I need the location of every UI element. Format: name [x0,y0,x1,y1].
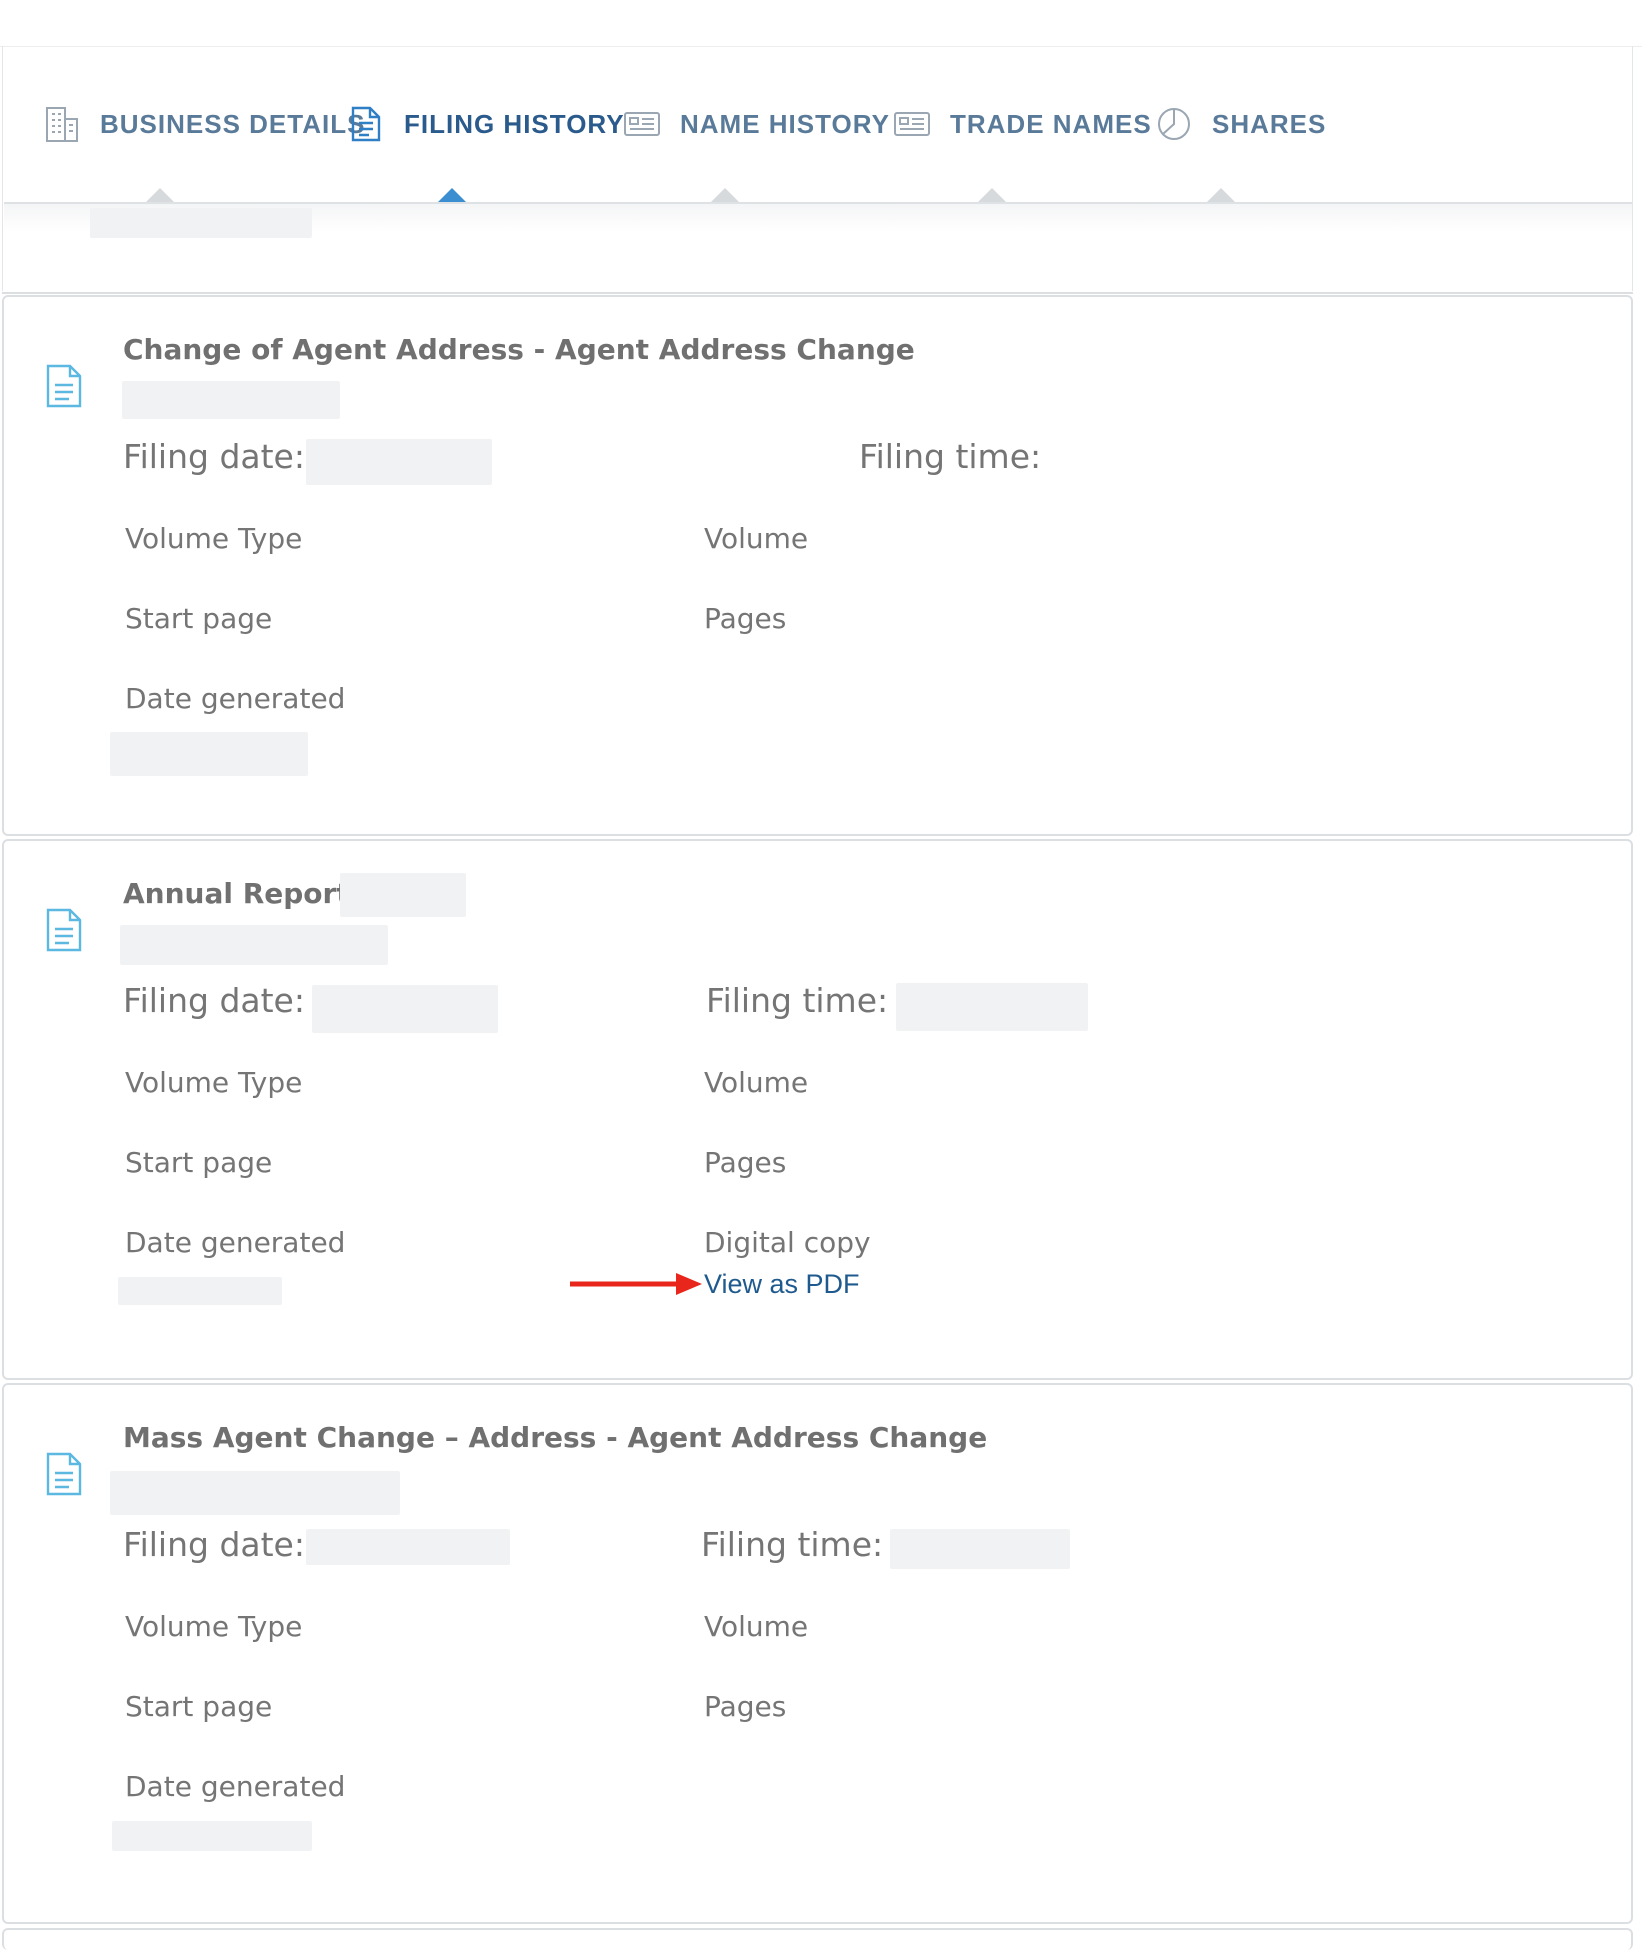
document-icon [46,364,82,408]
annotation-arrow-icon [570,1273,702,1295]
building-icon [42,104,82,144]
tab-filing-history[interactable]: FILING HISTORY [346,104,625,144]
tab-caret [1206,188,1236,203]
right-border [1632,46,1633,291]
start-page-label: Start page [125,1690,273,1723]
filing-card: Annual Report Filing date: Filing time: … [2,839,1633,1380]
redacted-block [120,925,388,965]
tab-bar: BUSINESS DETAILS FILING HISTORY NAME HIS… [4,46,1632,204]
filing-card: Mass Agent Change – Address - Agent Addr… [2,1383,1633,1924]
tab-caret [977,188,1007,203]
volume-label: Volume [704,1610,809,1643]
volume-type-label: Volume Type [125,522,303,555]
start-page-label: Start page [125,602,273,635]
volume-label: Volume [704,522,809,555]
redacted-block [890,1529,1070,1569]
document-icon [46,1452,82,1496]
left-border [2,46,3,291]
tab-label: SHARES [1212,108,1327,139]
tab-caret [710,188,740,203]
redacted-block [118,1277,282,1305]
view-as-pdf-link[interactable]: View as PDF [704,1269,860,1300]
volume-type-label: Volume Type [125,1610,303,1643]
pages-label: Pages [704,1690,787,1723]
tab-label: BUSINESS DETAILS [100,108,366,139]
redacted-block [112,1821,312,1851]
date-generated-label: Date generated [125,1226,346,1259]
filing-title: Mass Agent Change – Address - Agent Addr… [123,1421,988,1454]
redacted-block [122,381,340,419]
redacted-block [340,873,466,917]
volume-label: Volume [704,1066,809,1099]
filing-time-label: Filing time: [701,1525,884,1564]
digital-copy-label: Digital copy [704,1226,871,1259]
tab-shares[interactable]: SHARES [1154,104,1326,144]
filing-title: Change of Agent Address - Agent Address … [123,333,915,366]
redacted-block [896,983,1088,1031]
filing-date-label: Filing date: [123,981,305,1020]
redacted-block [110,732,308,776]
tab-label: TRADE NAMES [950,108,1152,139]
tab-label: NAME HISTORY [680,108,890,139]
tab-caret [145,188,175,203]
date-generated-label: Date generated [125,682,346,715]
filing-card: Change of Agent Address - Agent Address … [2,295,1633,836]
tab-name-history[interactable]: NAME HISTORY [622,104,890,144]
redacted-block [306,1529,510,1565]
redacted-block [110,1471,400,1515]
date-generated-label: Date generated [125,1770,346,1803]
filing-card-partial [2,1928,1633,1950]
tab-trade-names[interactable]: TRADE NAMES [892,104,1152,144]
redacted-block [306,439,492,485]
filing-date-label: Filing date: [123,1525,305,1564]
start-page-label: Start page [125,1146,273,1179]
tab-business-details[interactable]: BUSINESS DETAILS [42,104,365,144]
page-top-bar [0,0,1642,47]
tab-label: FILING HISTORY [404,108,625,139]
pages-label: Pages [704,602,787,635]
redacted-block [90,208,312,238]
filing-title: Annual Report [123,877,350,910]
id-card-icon [622,104,662,144]
volume-type-label: Volume Type [125,1066,303,1099]
redacted-block [312,985,498,1033]
section-divider [2,292,1633,294]
tab-caret-active [437,188,467,203]
filing-time-label: Filing time: [859,437,1042,476]
document-icon [346,104,386,144]
filing-date-label: Filing date: [123,437,305,476]
filing-time-label: Filing time: [706,981,889,1020]
id-card-icon [892,104,932,144]
document-icon [46,908,82,952]
pie-chart-icon [1154,104,1194,144]
pages-label: Pages [704,1146,787,1179]
